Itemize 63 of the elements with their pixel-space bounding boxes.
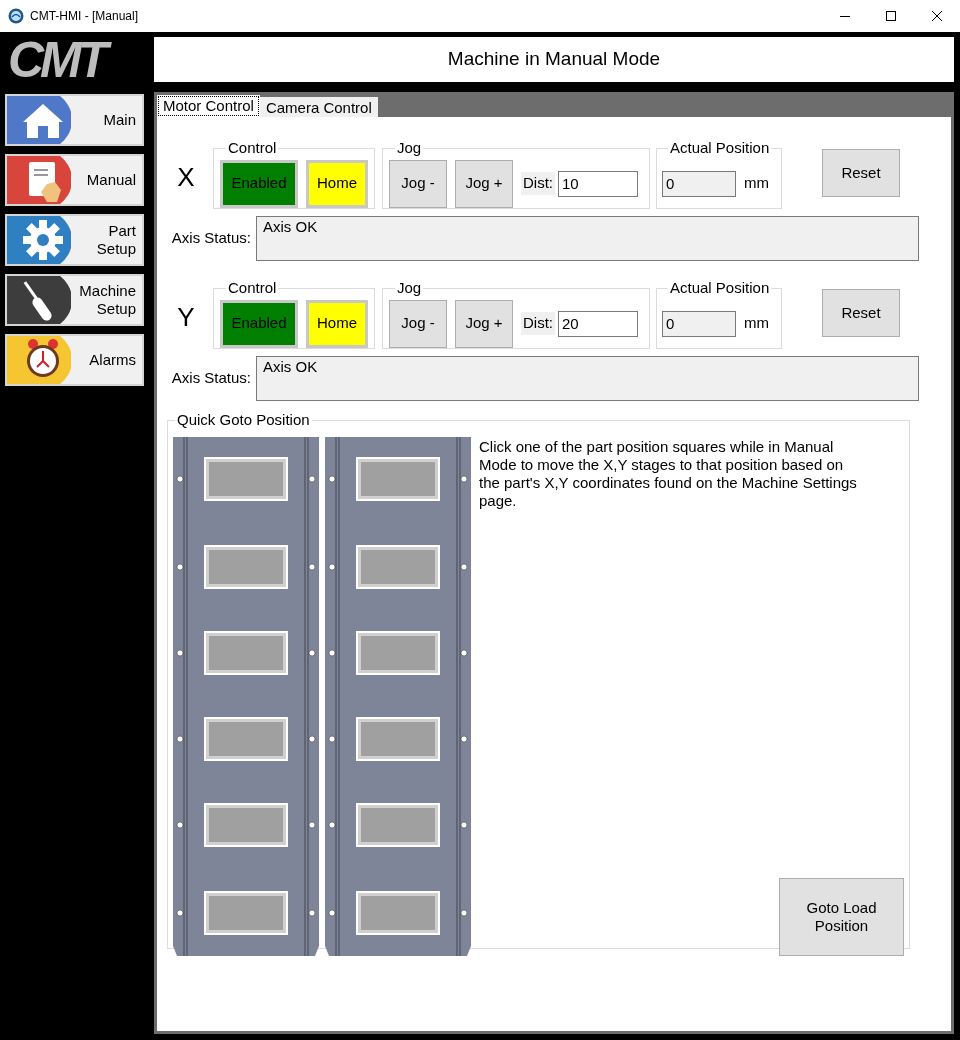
gear-icon: [7, 216, 71, 264]
jog-minus-button[interactable]: Jog -: [389, 299, 447, 348]
enabled-button[interactable]: Enabled: [220, 299, 298, 348]
nav-button[interactable]: Main: [5, 94, 144, 146]
part-square[interactable]: [204, 890, 288, 935]
dist-label: Dist:: [521, 172, 555, 195]
part-square[interactable]: [204, 544, 288, 589]
tab[interactable]: Camera Control: [259, 97, 378, 117]
status-label: Axis Status:: [170, 228, 252, 249]
goto-load-button[interactable]: Goto Load Position: [779, 877, 904, 956]
part-square[interactable]: [356, 716, 440, 761]
part-square[interactable]: [356, 544, 440, 589]
app-icon: [8, 8, 24, 24]
group-title: Jog: [396, 138, 423, 158]
unit-label: mm: [744, 313, 769, 334]
group-title: Actual Position: [669, 278, 771, 298]
axis-label: Y: [176, 301, 196, 334]
group-title: Control: [227, 138, 278, 158]
position-field[interactable]: 0: [662, 310, 736, 337]
unit-label: mm: [744, 173, 769, 194]
group-title: Control: [227, 278, 278, 298]
screwdriver-icon: [7, 276, 71, 324]
part-square[interactable]: [356, 456, 440, 501]
part-square[interactable]: [204, 630, 288, 675]
reset-button[interactable]: Reset: [822, 289, 900, 337]
group-title: Actual Position: [669, 138, 771, 158]
jog-plus-button[interactable]: Jog +: [455, 299, 513, 348]
tab[interactable]: Motor Control: [157, 95, 260, 117]
nav-button[interactable]: Part Setup: [5, 214, 144, 266]
home-icon: [7, 96, 71, 144]
home-button[interactable]: Home: [306, 299, 368, 348]
jog-plus-button[interactable]: Jog +: [455, 159, 513, 208]
close-icon: [932, 11, 942, 21]
part-square[interactable]: [204, 802, 288, 847]
alarm-clock-icon: [7, 336, 71, 384]
mode-banner: Machine in Manual Mode: [154, 37, 954, 82]
part-square[interactable]: [356, 890, 440, 935]
status-label: Axis Status:: [170, 368, 252, 389]
enabled-button[interactable]: Enabled: [220, 159, 298, 208]
logo: CMT: [6, 30, 119, 90]
dist-label: Dist:: [521, 312, 555, 335]
status-field: Axis OK: [256, 216, 919, 261]
reset-button[interactable]: Reset: [822, 149, 900, 197]
nav-button[interactable]: Manual: [5, 154, 144, 206]
jog-minus-button[interactable]: Jog -: [389, 159, 447, 208]
position-field[interactable]: 0: [662, 170, 736, 197]
dist-field[interactable]: 10: [558, 170, 638, 197]
part-square[interactable]: [356, 802, 440, 847]
part-square[interactable]: [204, 716, 288, 761]
dist-field[interactable]: 20: [558, 310, 638, 337]
group-title: Quick Goto Position: [176, 410, 311, 430]
hand-document-icon: [7, 156, 71, 204]
home-button[interactable]: Home: [306, 159, 368, 208]
instructions-text: Click one of the part position squares while in Manual Mode to move the X,Y stages to that position based on the part's X,Y coordinates found on the Machine Settings page.: [479, 437, 858, 510]
status-field: Axis OK: [256, 356, 919, 401]
group-title: Jog: [396, 278, 423, 298]
part-square[interactable]: [204, 456, 288, 501]
nav-button[interactable]: Machine Setup: [5, 274, 144, 326]
nav-button[interactable]: Alarms: [5, 334, 144, 386]
axis-label: X: [176, 161, 196, 194]
window-title: CMT-HMI - [Manual]: [30, 8, 138, 25]
part-square[interactable]: [356, 630, 440, 675]
maximize-icon: [886, 11, 896, 21]
